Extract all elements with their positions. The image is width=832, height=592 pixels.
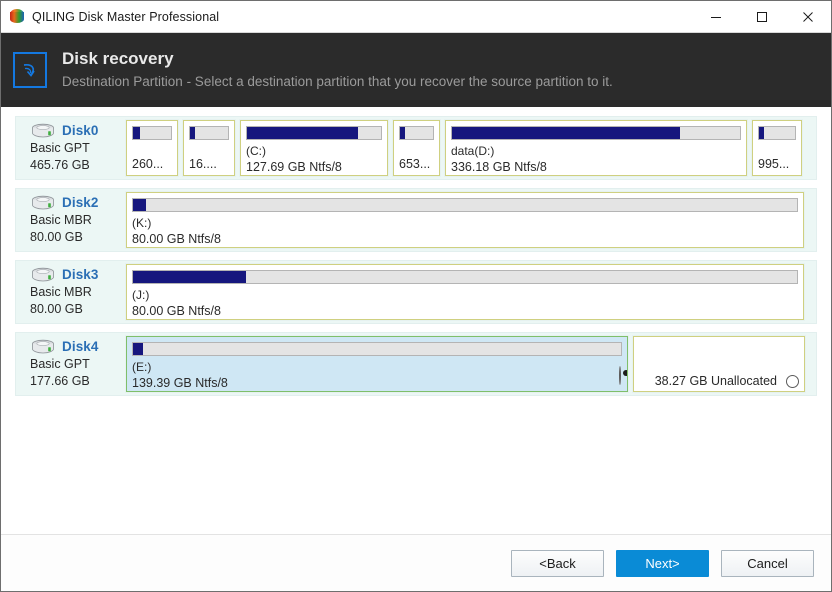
footer-bar: <Back Next> Cancel — [1, 534, 831, 591]
usage-bar — [132, 342, 622, 356]
partition-box[interactable]: (J:) 80.00 GB Ntfs/8 — [125, 263, 805, 321]
disk-type: Basic MBR — [30, 212, 92, 227]
partition-size: 336.18 GB Ntfs/8 — [451, 160, 547, 174]
partition-size: 16.... — [189, 157, 217, 171]
recovery-arrow-icon — [13, 52, 47, 88]
partition-strip: (K:) 80.00 GB Ntfs/8 — [125, 191, 810, 249]
cancel-button[interactable]: Cancel — [721, 549, 814, 577]
disk-info: Disk3 Basic MBR 80.00 GB — [22, 267, 126, 318]
partition-size: 995... — [758, 157, 790, 171]
disk-info: Disk0 Basic GPT 465.76 GB — [22, 123, 126, 174]
disk-size: 80.00 GB — [30, 229, 83, 244]
partition-strip: (J:) 80.00 GB Ntfs/8 — [125, 263, 810, 321]
usage-bar — [189, 126, 229, 140]
window-title: QILING Disk Master Professional — [32, 9, 220, 24]
usage-bar — [246, 126, 382, 140]
disk-type: Basic GPT — [30, 140, 90, 155]
disk-info: Disk4 Basic GPT 177.66 GB — [22, 339, 126, 390]
usage-bar — [132, 270, 798, 284]
partition-radio[interactable] — [619, 366, 621, 385]
back-button[interactable]: <Back — [511, 549, 604, 577]
disk-info: Disk2 Basic MBR 80.00 GB — [22, 195, 126, 246]
hard-disk-icon — [30, 195, 56, 211]
usage-bar — [132, 126, 172, 140]
close-button[interactable] — [785, 1, 831, 32]
partition-size: 139.39 GB Ntfs/8 — [132, 376, 228, 390]
partition-size: 127.69 GB Ntfs/8 — [246, 160, 342, 174]
partition-box[interactable]: data(D:) 336.18 GB Ntfs/8 — [444, 119, 748, 177]
disk-name: Disk3 — [62, 267, 99, 282]
app-window: QILING Disk Master Professional Disk rec… — [0, 0, 832, 592]
partition-box[interactable]: 38.27 GB Unallocated — [632, 335, 806, 393]
window-controls — [693, 1, 831, 32]
usage-bar — [758, 126, 796, 140]
partition-box[interactable]: (K:) 80.00 GB Ntfs/8 — [125, 191, 805, 249]
hard-disk-icon — [30, 339, 56, 355]
disk-row: Disk3 Basic MBR 80.00 GB (J:) 80.00 GB Ntfs/… — [15, 260, 817, 324]
maximize-icon — [757, 11, 767, 22]
partition-label: (E:) — [132, 360, 152, 374]
page-subtitle: Destination Partition - Select a destina… — [62, 74, 613, 89]
partition-size: 260... — [132, 157, 164, 171]
partition-box[interactable]: 653... — [392, 119, 441, 177]
usage-bar — [132, 198, 798, 212]
disk-size: 80.00 GB — [30, 301, 83, 316]
disk-size: 465.76 GB — [30, 157, 90, 172]
hard-disk-icon — [30, 267, 56, 283]
title-bar: QILING Disk Master Professional — [1, 1, 831, 33]
partition-strip: (E:) 139.39 GB Ntfs/8 38.27 GB Unallocated — [125, 335, 810, 393]
partition-strip: 260... 16.... (C:) 127.69 GB Ntfs/8 653... da… — [125, 119, 810, 177]
partition-box[interactable]: 995... — [751, 119, 803, 177]
page-title: Disk recovery — [62, 49, 174, 68]
partition-label: (J:) — [132, 288, 150, 302]
partition-radio[interactable] — [786, 374, 799, 388]
partition-size: 80.00 GB Ntfs/8 — [132, 304, 221, 318]
disk-list: Disk0 Basic GPT 465.76 GB 260... 16.... (C:) 1… — [1, 107, 831, 534]
partition-label: (C:) — [246, 144, 266, 158]
cube-icon — [9, 8, 25, 25]
disk-type: Basic GPT — [30, 356, 90, 371]
partition-size: 653... — [399, 157, 431, 171]
disk-row: Disk4 Basic GPT 177.66 GB (E:) 139.39 GB Ntf… — [15, 332, 817, 396]
disk-size: 177.66 GB — [30, 373, 90, 388]
next-button[interactable]: Next> — [616, 549, 709, 577]
partition-label: data(D:) — [451, 144, 495, 158]
partition-size: 38.27 GB Unallocated — [654, 374, 777, 388]
close-icon — [803, 11, 813, 22]
maximize-button[interactable] — [739, 1, 785, 32]
disk-row: Disk2 Basic MBR 80.00 GB (K:) 80.00 GB Ntfs/… — [15, 188, 817, 252]
partition-box[interactable]: 260... — [125, 119, 179, 177]
partition-box[interactable]: (C:) 127.69 GB Ntfs/8 — [239, 119, 389, 177]
minimize-icon — [711, 16, 721, 18]
disk-name: Disk4 — [62, 339, 99, 354]
partition-box[interactable]: 16.... — [182, 119, 236, 177]
partition-label: (K:) — [132, 216, 152, 230]
page-header: Disk recovery Destination Partition - Se… — [1, 33, 831, 107]
partition-box[interactable]: (E:) 139.39 GB Ntfs/8 — [125, 335, 629, 393]
usage-bar — [399, 126, 434, 140]
disk-type: Basic MBR — [30, 284, 92, 299]
disk-name: Disk2 — [62, 195, 99, 210]
hard-disk-icon — [30, 123, 56, 139]
partition-size: 80.00 GB Ntfs/8 — [132, 232, 221, 246]
minimize-button[interactable] — [693, 1, 739, 32]
disk-name: Disk0 — [62, 123, 99, 138]
disk-row: Disk0 Basic GPT 465.76 GB 260... 16.... (C:) 1… — [15, 116, 817, 180]
usage-bar — [451, 126, 741, 140]
